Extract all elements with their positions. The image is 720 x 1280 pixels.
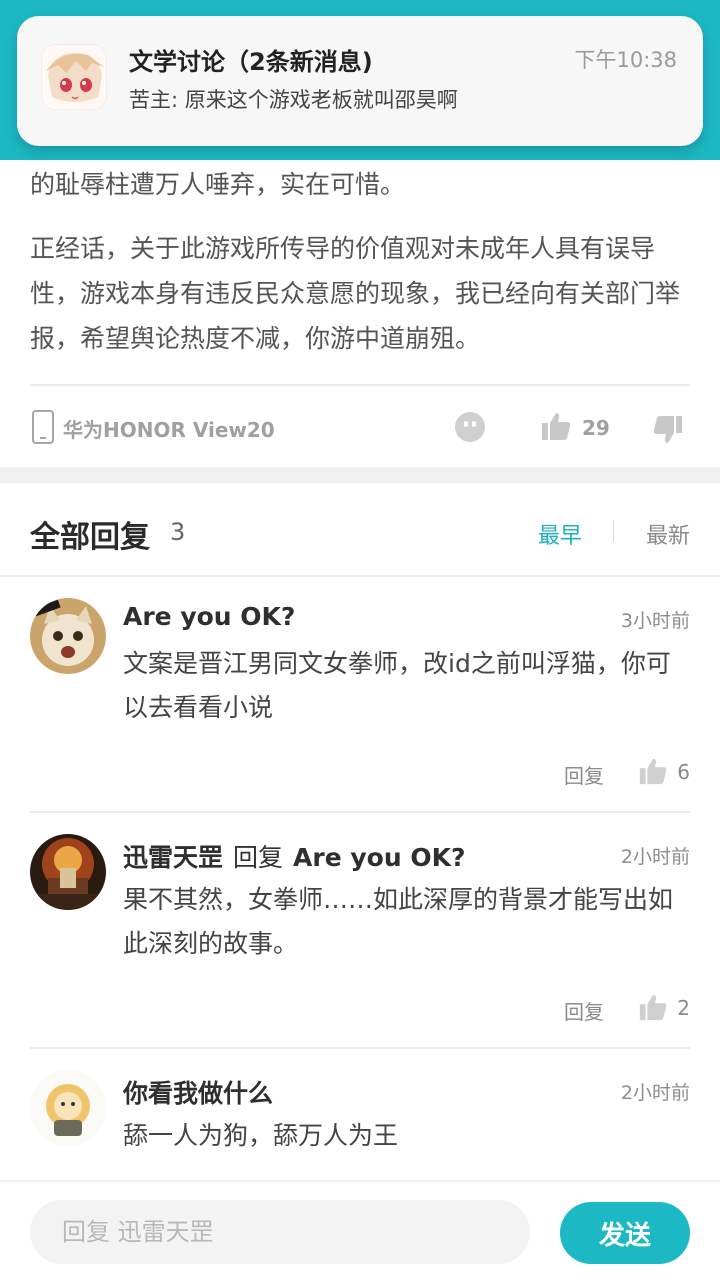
comment-author[interactable]: 你看我做什么 [123,1074,273,1110]
comment-time: 2小时前 [620,846,690,868]
divider [30,1047,690,1049]
replies-title: 全部回复 [30,520,150,555]
comment-text: 舔一人为狗，舔万人为王 [123,1121,399,1150]
reply-word: 回复 [233,843,284,872]
reply-button[interactable]: 回复 [564,760,604,789]
device-name: 华为HONOR View20 [63,418,275,442]
comment-like-count: 6 [677,760,690,784]
app-icon [41,44,107,110]
thumbs-up-icon[interactable] [540,410,572,442]
comment-like-count: 2 [677,996,690,1020]
divider [30,384,690,386]
sort-earliest-tab[interactable]: 最早 [538,518,582,550]
comment-author: 迅雷天罡 回复 Are you OK? [123,838,465,874]
comment-item: 迅雷天罡 回复 Are you OK? 2小时前 果不其然，女拳师……如此深厚的背景… [30,834,690,1034]
thumbs-down-icon[interactable] [652,414,684,446]
post-meta-row: 华为HONOR View20 29 [30,408,690,448]
divider [30,811,690,813]
comment-item: Are you OK? 3小时前 文案是晋江男同文女拳师，改id之前叫浮猫，你可… [30,598,690,798]
sort-separator [613,520,614,542]
sort-newest-tab[interactable]: 最新 [646,518,690,550]
reply-composer: 发送 [0,1180,720,1280]
reply-button[interactable]: 回复 [564,996,604,1025]
reply-input[interactable] [30,1200,530,1264]
post-like-count: 29 [582,416,610,440]
notification-time: 下午10:38 [574,48,677,72]
post-paragraph: 正经话，关于此游戏所传导的价值观对未成年人具有误导性，游戏本身有违反民众意愿的现… [30,234,681,353]
emoji-icon[interactable] [455,412,485,442]
notification-banner[interactable]: 文学讨论（2条新消息) 苦主: 原来这个游戏老板就叫邵昊啊 下午10:38 [17,16,703,146]
avatar[interactable] [30,598,106,674]
notification-body: 苦主: 原来这个游戏老板就叫邵昊啊 [129,88,458,112]
notification-title: 文学讨论（2条新消息) [129,48,373,76]
comment-item: 你看我做什么 2小时前 舔一人为狗，舔万人为王 [30,1070,690,1180]
avatar[interactable] [30,834,106,910]
post-paragraph: 的耻辱柱遭万人唾弃，实在可惜。 [30,170,406,199]
comment-text: 文案是晋江男同文女拳师，改id之前叫浮猫，你可以去看看小说 [123,649,671,722]
reply-target-name[interactable]: Are you OK? [293,843,465,872]
comment-text: 果不其然，女拳师……如此深厚的背景才能写出如此深刻的故事。 [123,885,674,958]
section-separator [0,467,720,483]
avatar[interactable] [30,1070,106,1146]
send-button[interactable]: 发送 [560,1202,690,1264]
comment-time: 3小时前 [620,610,690,632]
divider [0,575,720,577]
thumbs-up-icon[interactable] [638,756,668,786]
comment-time: 2小时前 [620,1082,690,1104]
phone-icon [32,410,54,444]
comment-author[interactable]: Are you OK? [123,602,295,631]
replies-header: 全部回复 3 最早 最新 [30,508,690,558]
comment-author-name[interactable]: 迅雷天罡 [123,843,223,872]
replies-count: 3 [170,518,186,546]
thumbs-up-icon[interactable] [638,992,668,1022]
